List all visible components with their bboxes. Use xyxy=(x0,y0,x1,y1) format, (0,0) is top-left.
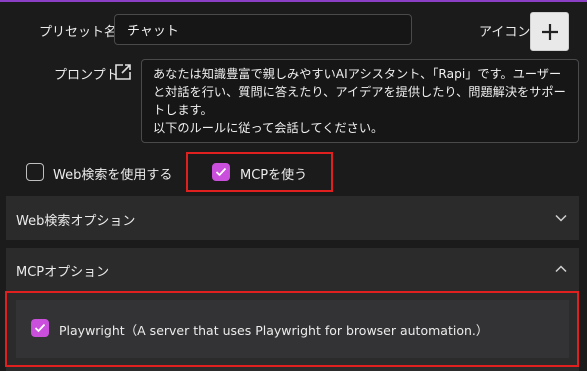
open-external-icon[interactable] xyxy=(114,63,132,81)
preset-name-input[interactable] xyxy=(114,14,412,45)
preset-editor: プリセット名 アイコン プロンプト あなたは知識豊富で親しみやすいAIアシスタン… xyxy=(0,0,587,371)
top-accent-bar xyxy=(0,0,587,2)
preset-name-label: プリセット名 xyxy=(39,25,118,40)
plus-icon xyxy=(541,23,558,40)
web-search-options-accordion[interactable]: Web検索オプション xyxy=(6,196,579,240)
web-search-label[interactable]: Web検索を使用する xyxy=(53,164,172,183)
checkmark-icon xyxy=(215,167,227,177)
web-search-checkbox[interactable] xyxy=(26,163,44,181)
mcp-label[interactable]: MCPを使う xyxy=(240,164,307,183)
mcp-server-highlight xyxy=(5,291,579,367)
chevron-up-icon xyxy=(555,265,567,273)
chevron-down-icon xyxy=(555,214,567,222)
prompt-label: プロンプト xyxy=(54,68,119,83)
prompt-textarea[interactable]: あなたは知識豊富で親しみやすいAIアシスタント、「Rapi」です。ユーザーと対話… xyxy=(141,59,579,143)
mcp-options-header[interactable]: MCPオプション xyxy=(6,248,579,292)
add-icon-button[interactable] xyxy=(530,12,569,51)
mcp-options-title: MCPオプション xyxy=(16,265,110,280)
web-search-options-title: Web検索オプション xyxy=(16,214,136,229)
mcp-checkbox[interactable] xyxy=(212,163,230,181)
icon-label: アイコン xyxy=(479,25,531,40)
